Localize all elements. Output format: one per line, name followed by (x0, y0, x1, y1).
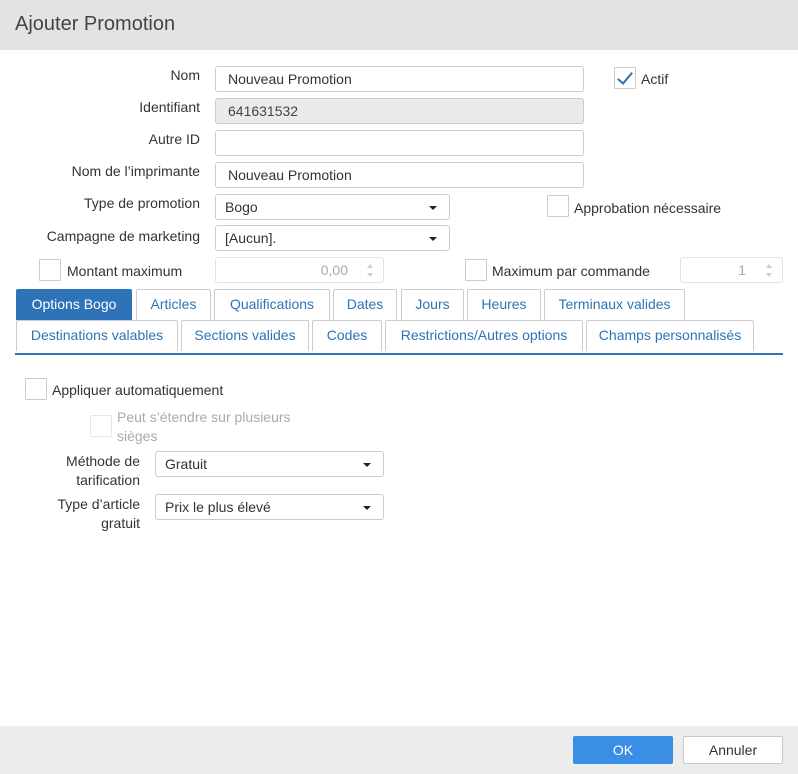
actif-checkbox[interactable] (614, 67, 636, 89)
tab-champs-personnalises[interactable]: Champs personnalisés (586, 320, 754, 351)
chevron-down-icon (363, 506, 371, 510)
max-commande-input[interactable]: 1 (680, 257, 783, 283)
appliquer-auto-checkbox[interactable] (25, 378, 47, 400)
plusieurs-sieges-checkbox (90, 415, 112, 437)
appliquer-auto-label: Appliquer automatiquement (52, 382, 224, 398)
actif-label: Actif (641, 71, 669, 87)
chevron-down-icon (363, 463, 371, 467)
montant-max-input[interactable]: 0,00 (215, 257, 384, 283)
spin-down-icon[interactable] (766, 273, 772, 277)
nom-input[interactable]: Nouveau Promotion (215, 66, 584, 92)
nom-label: Nom (170, 67, 200, 83)
type-article-label: Type d’article gratuit (58, 495, 140, 533)
tab-qualifications[interactable]: Qualifications (214, 289, 330, 320)
chevron-down-icon (429, 237, 437, 241)
type-article-select[interactable]: Prix le plus élevé (155, 494, 384, 520)
ok-button[interactable]: OK (573, 736, 673, 764)
tab-underline (15, 353, 783, 355)
tab-jours[interactable]: Jours (401, 289, 464, 320)
montant-max-value: 0,00 (320, 262, 348, 278)
chevron-down-icon (429, 206, 437, 210)
type-promotion-select[interactable]: Bogo (215, 194, 450, 220)
methode-label: Méthode de tarification (66, 452, 140, 490)
plusieurs-sieges-label: Peut s’étendre sur plusieurs sièges (117, 409, 291, 444)
max-commande-checkbox[interactable] (465, 259, 487, 281)
dialog-footer (0, 726, 798, 774)
type-article-label-line2: gratuit (101, 515, 140, 531)
campagne-select[interactable]: [Aucun]. (215, 225, 450, 251)
type-promotion-label: Type de promotion (84, 195, 200, 211)
tab-restrictions[interactable]: Restrictions/Autres options (385, 320, 583, 351)
tab-terminaux-valides[interactable]: Terminaux valides (544, 289, 685, 320)
dialog-title: Ajouter Promotion (15, 13, 176, 35)
tab-dates[interactable]: Dates (333, 289, 397, 320)
type-article-label-line1: Type d’article (57, 496, 140, 512)
methode-select[interactable]: Gratuit (155, 451, 384, 477)
max-commande-label: Maximum par commande (492, 263, 650, 279)
montant-max-checkbox[interactable] (39, 259, 61, 281)
spin-up-icon[interactable] (766, 264, 772, 268)
dialog-titlebar: Ajouter Promotion (0, 0, 798, 50)
tab-codes[interactable]: Codes (312, 320, 382, 351)
tab-heures[interactable]: Heures (467, 289, 541, 320)
tab-destinations-valables[interactable]: Destinations valables (16, 320, 178, 351)
autre-id-input[interactable] (215, 130, 584, 156)
cancel-button[interactable]: Annuler (683, 736, 783, 764)
type-promotion-value: Bogo (225, 199, 258, 215)
methode-label-line1: Méthode de (66, 453, 140, 469)
approbation-checkbox[interactable] (547, 195, 569, 217)
campagne-label: Campagne de marketing (46, 228, 200, 244)
type-article-value: Prix le plus élevé (165, 499, 271, 515)
tab-sections-valides[interactable]: Sections valides (181, 320, 309, 351)
montant-max-label: Montant maximum (67, 263, 183, 279)
approbation-label: Approbation nécessaire (574, 200, 722, 216)
campagne-value: [Aucun]. (225, 230, 277, 246)
max-commande-value: 1 (738, 262, 746, 278)
identifiant-input: 641631532 (215, 98, 584, 124)
spin-down-icon[interactable] (367, 273, 373, 277)
nom-imprimante-label: Nom de l’imprimante (71, 163, 200, 179)
identifiant-label: Identifiant (139, 99, 200, 115)
spin-up-icon[interactable] (367, 264, 373, 268)
methode-label-line2: tarification (76, 472, 140, 488)
tab-options-bogo[interactable]: Options Bogo (16, 289, 132, 320)
methode-value: Gratuit (165, 456, 208, 472)
autre-id-label: Autre ID (148, 131, 200, 147)
tab-articles[interactable]: Articles (136, 289, 211, 320)
nom-imprimante-input[interactable]: Nouveau Promotion (215, 162, 584, 188)
checkmark-icon (617, 68, 633, 85)
